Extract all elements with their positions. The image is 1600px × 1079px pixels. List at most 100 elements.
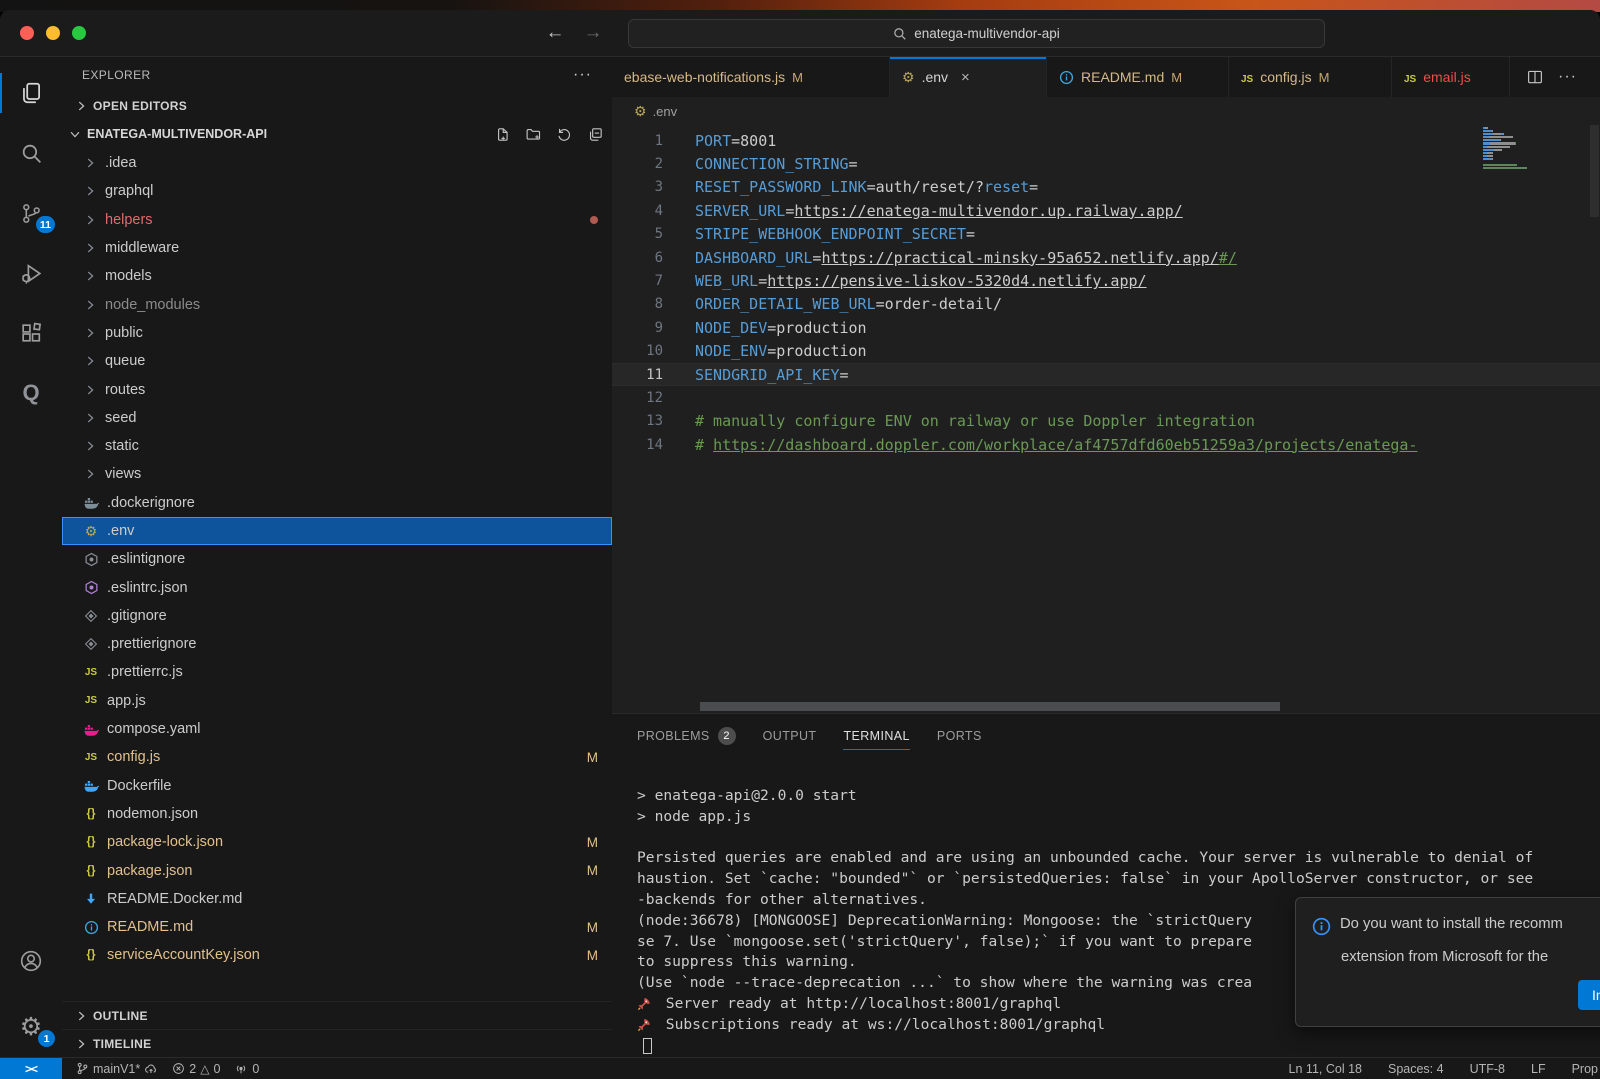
timeline-section[interactable]: TIMELINE <box>62 1029 612 1057</box>
language-mode[interactable]: Prop <box>1572 1062 1598 1076</box>
cursor-position[interactable]: Ln 11, Col 18 <box>1289 1062 1362 1076</box>
outline-section[interactable]: OUTLINE <box>62 1001 612 1029</box>
activity-bar-item-search[interactable] <box>0 129 62 177</box>
tree-item-compose-yaml[interactable]: compose.yaml <box>62 715 612 743</box>
code-line-7[interactable]: 7WEB_URL=https://pensive-liskov-5320d4.n… <box>612 269 1600 292</box>
tree-item-helpers[interactable]: helpers <box>62 206 612 234</box>
activity-bar-item-source-control[interactable]: 11 <box>0 189 62 237</box>
maximize-window-button[interactable] <box>72 26 86 40</box>
tree-item--eslintrc-json[interactable]: .eslintrc.json <box>62 573 612 601</box>
code-line-13[interactable]: 13# manually configure ENV on railway or… <box>612 410 1600 433</box>
tree-item-readme-md[interactable]: README.mdM <box>62 913 612 941</box>
tree-item-views[interactable]: views <box>62 460 612 488</box>
eol[interactable]: LF <box>1531 1062 1546 1076</box>
editor-vertical-scrollbar[interactable] <box>1590 125 1599 217</box>
tree-item--env[interactable]: ⚙.env <box>62 517 612 545</box>
code-line-4[interactable]: 4SERVER_URL=https://enatega-multivendor.… <box>612 199 1600 222</box>
forward-arrow-icon[interactable]: → <box>580 22 606 44</box>
tree-item-public[interactable]: public <box>62 319 612 347</box>
command-center-search[interactable]: enatega-multivendor-api <box>628 19 1325 48</box>
problems-summary[interactable]: 2 △ 0 <box>172 1062 220 1076</box>
tree-item-label: graphql <box>105 183 153 199</box>
activity-bar-item-account[interactable] <box>0 937 62 985</box>
panel-tab-output[interactable]: OUTPUT <box>763 714 817 758</box>
remote-indicator[interactable]: >< <box>0 1058 62 1079</box>
tree-item-routes[interactable]: routes <box>62 375 612 403</box>
code-line-2[interactable]: 2CONNECTION_STRING= <box>612 152 1600 175</box>
new-folder-icon[interactable] <box>525 126 542 143</box>
tree-item-models[interactable]: models <box>62 262 612 290</box>
activity-bar-item-extensions[interactable] <box>0 309 62 357</box>
close-icon[interactable]: × <box>961 69 970 86</box>
encoding[interactable]: UTF-8 <box>1470 1062 1505 1076</box>
back-arrow-icon[interactable]: ← <box>542 22 568 44</box>
tree-item-app-js[interactable]: JSapp.js <box>62 687 612 715</box>
tree-item-dockerfile[interactable]: Dockerfile <box>62 772 612 800</box>
workspace-root-row[interactable]: ENATEGA-MULTIVENDOR-API <box>62 119 612 149</box>
tree-item--gitignore[interactable]: .gitignore <box>62 602 612 630</box>
scrollbar-thumb[interactable] <box>700 702 1280 711</box>
code-line-9[interactable]: 9NODE_DEV=production <box>612 316 1600 339</box>
arrow-down-icon <box>82 892 100 906</box>
code-line-10[interactable]: 10NODE_ENV=production <box>612 340 1600 363</box>
tree-item--prettierrc-js[interactable]: JS.prettierrc.js <box>62 658 612 686</box>
tree-item-package-lock-json[interactable]: {}package-lock.jsonM <box>62 828 612 856</box>
tree-item-nodemon-json[interactable]: {}nodemon.json <box>62 800 612 828</box>
minimap[interactable] <box>1483 127 1567 170</box>
tree-item-node-modules[interactable]: node_modules <box>62 290 612 318</box>
tree-item-config-js[interactable]: JSconfig.jsM <box>62 743 612 771</box>
tree-item--eslintignore[interactable]: .eslintignore <box>62 545 612 573</box>
tree-item-readme-docker-md[interactable]: README.Docker.md <box>62 885 612 913</box>
activity-bar-item-run-debug[interactable] <box>0 249 62 297</box>
tree-item-seed[interactable]: seed <box>62 404 612 432</box>
code-line-3[interactable]: 3RESET_PASSWORD_LINK=auth/reset/?reset= <box>612 176 1600 199</box>
editor-tab--env[interactable]: ⚙.env× <box>890 57 1047 97</box>
activity-bar-item-quokka[interactable]: Q <box>0 369 62 417</box>
install-button[interactable]: Install <box>1578 980 1600 1010</box>
indentation[interactable]: Spaces: 4 <box>1388 1062 1444 1076</box>
code-editor[interactable]: 1PORT=80012CONNECTION_STRING=3RESET_PASS… <box>612 125 1600 700</box>
code-line-8[interactable]: 8ORDER_DETAIL_WEB_URL=order-detail/ <box>612 293 1600 316</box>
editor-horizontal-scrollbar[interactable] <box>612 700 1600 713</box>
tree-item--idea[interactable]: .idea <box>62 149 612 177</box>
new-file-icon[interactable] <box>494 126 511 143</box>
tree-item--prettierignore[interactable]: .prettierignore <box>62 630 612 658</box>
split-editor-icon[interactable] <box>1526 68 1544 86</box>
tab-label: email.js <box>1423 69 1470 85</box>
collapse-all-icon[interactable] <box>587 126 604 143</box>
tree-item--dockerignore[interactable]: .dockerignore <box>62 489 612 517</box>
line-content: SERVER_URL=https://enatega-multivendor.u… <box>663 202 1183 220</box>
code-line-5[interactable]: 5STRIPE_WEBHOOK_ENDPOINT_SECRET= <box>612 223 1600 246</box>
open-editors-section[interactable]: OPEN EDITORS <box>62 93 612 119</box>
code-line-6[interactable]: 6DASHBOARD_URL=https://practical-minsky-… <box>612 246 1600 269</box>
editor-tab-ebase-web-notifications-js[interactable]: ebase-web-notifications.jsM <box>612 57 890 97</box>
tree-item-queue[interactable]: queue <box>62 347 612 375</box>
tree-item-graphql[interactable]: graphql <box>62 177 612 205</box>
code-line-12[interactable]: 12 <box>612 386 1600 409</box>
panel-tab-ports[interactable]: PORTS <box>937 714 982 758</box>
js-icon: JS <box>82 667 100 678</box>
more-actions-icon[interactable]: ··· <box>1558 68 1577 86</box>
editor-tab-email-js[interactable]: JSemail.js <box>1392 57 1510 97</box>
editor-tab-readme-md[interactable]: README.mdM <box>1047 57 1229 97</box>
panel-tab-terminal[interactable]: TERMINAL <box>843 714 909 758</box>
code-line-1[interactable]: 1PORT=8001 <box>612 129 1600 152</box>
code-line-11[interactable]: 11SENDGRID_API_KEY= <box>612 363 1600 386</box>
code-line-14[interactable]: 14# https://dashboard.doppler.com/workpl… <box>612 433 1600 456</box>
explorer-more-actions-icon[interactable]: ··· <box>573 66 592 84</box>
refresh-icon[interactable] <box>556 126 573 143</box>
editor-tab-config-js[interactable]: JSconfig.jsM <box>1229 57 1392 97</box>
close-window-button[interactable] <box>20 26 34 40</box>
ports-broadcast-item[interactable]: 0 <box>234 1062 259 1076</box>
git-branch-item[interactable]: mainV1* <box>76 1062 158 1076</box>
line-content: WEB_URL=https://pensive-liskov-5320d4.ne… <box>663 272 1147 290</box>
panel-tab-problems[interactable]: PROBLEMS2 <box>637 714 736 758</box>
breadcrumb[interactable]: ⚙ .env <box>612 97 1600 125</box>
tree-item-serviceaccountkey-json[interactable]: {}serviceAccountKey.jsonM <box>62 941 612 969</box>
minimize-window-button[interactable] <box>46 26 60 40</box>
tree-item-static[interactable]: static <box>62 432 612 460</box>
tree-item-package-json[interactable]: {}package.jsonM <box>62 856 612 884</box>
activity-bar-item-explorer[interactable] <box>0 69 62 117</box>
activity-bar-item-settings[interactable]: ⚙1 <box>0 1003 62 1051</box>
tree-item-middleware[interactable]: middleware <box>62 234 612 262</box>
